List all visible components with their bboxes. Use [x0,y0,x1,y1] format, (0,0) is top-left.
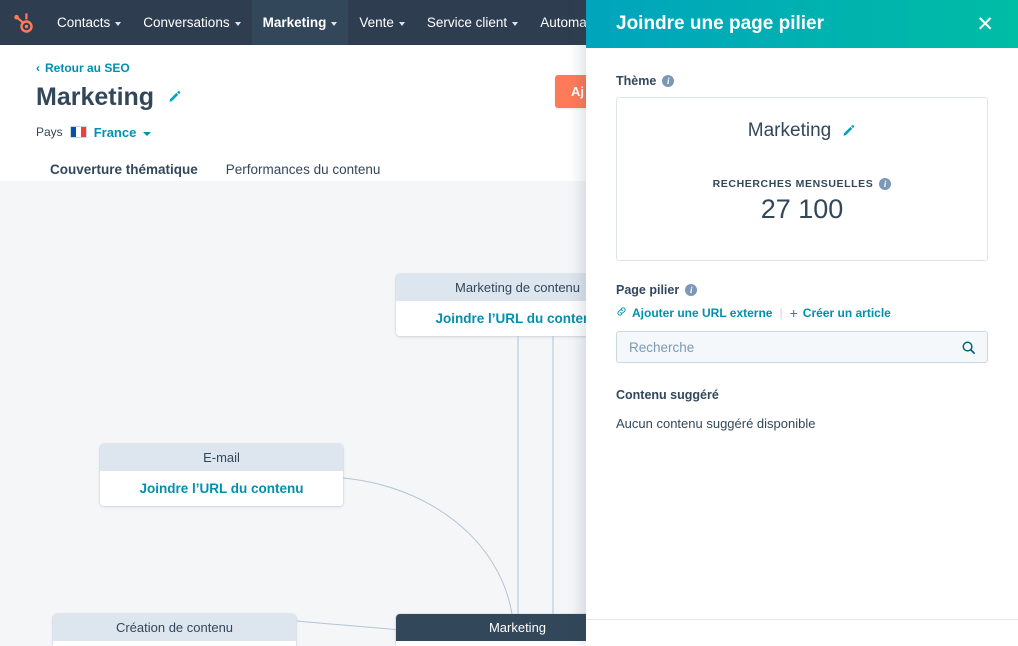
cluster-node-e-mail[interactable]: E-mail Joindre l’URL du contenu [100,444,343,506]
pillar-page-section: Page pilier i Ajouter une URL externe | … [616,283,988,363]
node-title: E-mail [100,444,343,471]
attach-pillar-page-panel: Joindre une page pilier ✕ Thème i Market… [586,0,1018,646]
action-separator: | [779,306,783,320]
chevron-left-icon: ‹ [36,61,40,75]
panel-header: Joindre une page pilier ✕ [586,0,1018,48]
nav-item-service-client[interactable]: Service client [416,0,529,45]
info-icon[interactable]: i [685,284,698,296]
node-title: Création de contenu [53,614,296,641]
nav-item-vente[interactable]: Vente [348,0,416,45]
nav-label: Vente [359,15,394,30]
plus-icon: + [789,305,798,321]
nav-label: Marketing [262,15,327,30]
chevron-down-icon [115,21,122,26]
theme-name: Marketing [747,120,832,141]
chevron-down-icon[interactable] [143,131,152,136]
info-icon[interactable]: i [879,178,892,190]
create-article-label: Créer un article [802,306,891,320]
nav-label: Contacts [57,15,111,30]
hubspot-sprocket-logo-icon[interactable] [0,0,46,45]
back-to-seo-label: Retour au SEO [45,61,130,75]
attach-content-url-link[interactable]: Joindre l’URL du contenu [53,641,296,646]
theme-name-row: Marketing [633,120,971,142]
panel-body: Thème i Marketing RECHERCHES MENSUELLES … [586,48,1018,646]
add-external-url-label: Ajouter une URL externe [632,306,773,320]
page-title: Marketing [36,83,155,111]
country-label: Pays [36,125,63,139]
country-value[interactable]: France [94,125,137,140]
pillar-label-text: Page pilier [616,283,680,297]
attach-content-url-link[interactable]: Joindre l’URL du contenu [100,471,343,506]
france-flag-icon [69,126,87,138]
chevron-down-icon [234,21,241,26]
nav-label: Service client [426,15,508,30]
create-article-link[interactable]: + Créer un article [790,306,891,320]
metric-label-text: RECHERCHES MENSUELLES [712,178,874,190]
nav-item-marketing[interactable]: Marketing [251,0,349,45]
panel-footer-divider [586,619,1018,620]
close-icon[interactable]: ✕ [970,10,1000,39]
suggested-content-title: Contenu suggéré [616,388,719,402]
panel-title: Joindre une page pilier [616,13,824,34]
pillar-field-label: Page pilier i [616,283,988,297]
monthly-searches-label: RECHERCHES MENSUELLES i [633,178,971,190]
cluster-node-creation-de-contenu[interactable]: Création de contenu Joindre l’URL du con… [53,614,296,646]
pencil-icon[interactable] [841,124,856,139]
app-root: ‹ Retour au SEO Marketing Pays France Aj… [0,0,1018,646]
monthly-searches-value: 27 100 [760,194,844,224]
back-to-seo-link[interactable]: ‹ Retour au SEO [36,61,130,75]
nav-label: Conversations [143,15,230,30]
chevron-down-icon [512,21,519,26]
suggested-content-empty: Aucun contenu suggéré disponible [616,416,816,431]
pillar-search-box[interactable] [616,331,988,363]
theme-card: Marketing RECHERCHES MENSUELLES i 27 100 [616,97,988,261]
pencil-icon[interactable] [167,90,182,105]
suggested-content-section: Contenu suggéré Aucun contenu suggéré di… [616,388,988,431]
link-chain-icon [616,306,627,320]
chevron-down-icon [398,21,405,26]
theme-label-text: Thème [616,74,657,88]
pillar-actions-row: Ajouter une URL externe | + Créer un art… [616,306,988,320]
search-input[interactable] [617,332,961,362]
nav-item-contacts[interactable]: Contacts [46,0,132,45]
info-icon[interactable]: i [662,75,675,87]
add-external-url-link[interactable]: Ajouter une URL externe [616,306,772,320]
search-icon[interactable] [961,340,987,355]
nav-item-conversations[interactable]: Conversations [132,0,251,45]
theme-field-label: Thème i [616,74,988,88]
chevron-down-icon [331,21,338,26]
